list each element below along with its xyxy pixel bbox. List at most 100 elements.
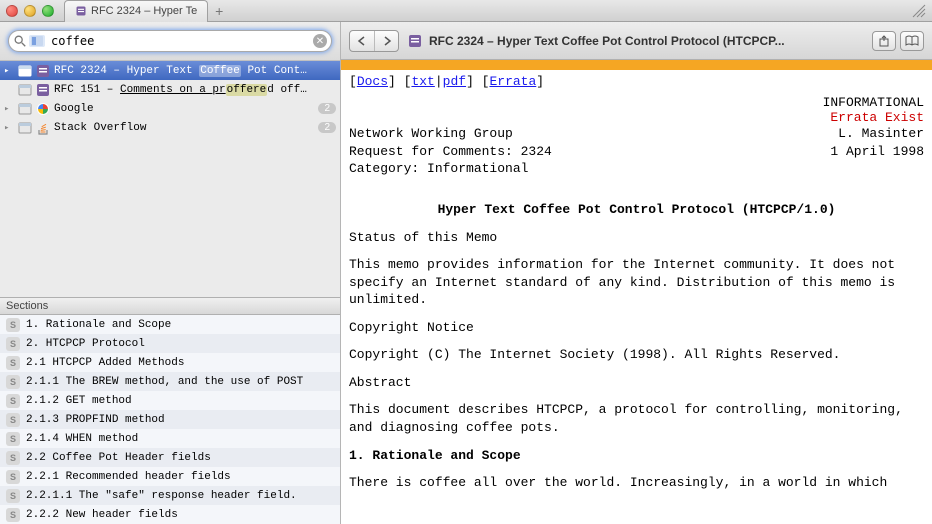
page-title: RFC 2324 – Hyper Text Coffee Pot Control… bbox=[429, 34, 785, 48]
search-icon bbox=[13, 34, 27, 48]
section-icon: S bbox=[6, 432, 20, 446]
section-item[interactable]: S 2.1.2 GET method bbox=[0, 391, 340, 410]
result-row[interactable]: ▸ Google 2 bbox=[0, 99, 340, 118]
tab-title: RFC 2324 – Hyper Te bbox=[91, 5, 197, 17]
titlebar: RFC 2324 – Hyper Te + bbox=[0, 0, 932, 22]
doc-header-block: Network Working GroupL. MasinterRequest … bbox=[349, 125, 924, 178]
section-icon: S bbox=[6, 508, 20, 522]
page-title-bar: RFC 2324 – Hyper Text Coffee Pot Control… bbox=[407, 33, 864, 49]
result-title: RFC 2324 – Hyper Text Coffee Pot Cont… bbox=[54, 65, 307, 77]
section-label: 1. Rationale and Scope bbox=[26, 319, 171, 331]
abstract-heading: Abstract bbox=[349, 374, 924, 392]
back-button[interactable] bbox=[350, 31, 374, 51]
section-item[interactable]: S 2.2.2 New header fields bbox=[0, 505, 340, 524]
section-item[interactable]: S 2.2.1.1 The "safe" response header fiel… bbox=[0, 486, 340, 505]
result-row[interactable]: ▸ RFC 151 – Comments on a proffered off… bbox=[0, 80, 340, 99]
section-label: 2.1.1 The BREW method, and the use of PO… bbox=[26, 376, 303, 388]
google-favicon bbox=[36, 102, 50, 116]
section-label: 2.1.3 PROPFIND method bbox=[26, 414, 165, 426]
section-item[interactable]: S 2.2.1 Recommended header fields bbox=[0, 467, 340, 486]
section-icon: S bbox=[6, 489, 20, 503]
section-1-heading: 1. Rationale and Scope bbox=[349, 447, 924, 465]
section-item[interactable]: S 2.1 HTCPCP Added Methods bbox=[0, 353, 340, 372]
browser-tab[interactable]: RFC 2324 – Hyper Te bbox=[64, 0, 208, 22]
search-mode-icon[interactable] bbox=[29, 35, 45, 47]
tab-bar: RFC 2324 – Hyper Te + bbox=[64, 0, 912, 22]
minimize-window-button[interactable] bbox=[24, 5, 36, 17]
nav-segment bbox=[349, 30, 399, 52]
disclosure-icon: ▸ bbox=[4, 66, 14, 76]
stackoverflow-favicon bbox=[36, 121, 50, 135]
section-item[interactable]: S 2.2 Coffee Pot Header fields bbox=[0, 448, 340, 467]
section-icon: S bbox=[6, 394, 20, 408]
section-item[interactable]: S2.1.1 The BREW method, and the use of P… bbox=[0, 372, 340, 391]
search-bar-container: ✕ bbox=[0, 22, 340, 61]
window-icon bbox=[18, 83, 32, 97]
result-title: Stack Overflow bbox=[54, 122, 146, 134]
section-item[interactable]: S 1. Rationale and Scope bbox=[0, 315, 340, 334]
result-favicon bbox=[36, 83, 50, 97]
zoom-window-button[interactable] bbox=[42, 5, 54, 17]
section-icon: S bbox=[6, 451, 20, 465]
tab-favicon bbox=[75, 5, 87, 17]
page-favicon bbox=[407, 33, 423, 49]
close-window-button[interactable] bbox=[6, 5, 18, 17]
disclosure-icon[interactable]: ▸ bbox=[4, 104, 14, 114]
search-results: ▸ RFC 2324 – Hyper Text Coffee Pot Cont…… bbox=[0, 61, 340, 137]
txt-link[interactable]: txt bbox=[411, 74, 434, 89]
sidebar: ✕ ▸ RFC 2324 – Hyper Text Coffee Pot Con… bbox=[0, 22, 341, 524]
window-icon bbox=[18, 64, 32, 78]
result-count-badge: 2 bbox=[318, 103, 336, 114]
section-icon: S bbox=[6, 413, 20, 427]
section-label: 2.2.1.1 The "safe" response header field… bbox=[26, 490, 297, 502]
content-pane: RFC 2324 – Hyper Text Coffee Pot Control… bbox=[341, 22, 932, 524]
result-row[interactable]: ▸ Stack Overflow 2 bbox=[0, 118, 340, 137]
orange-bar bbox=[341, 60, 932, 70]
section-label: 2.1 HTCPCP Added Methods bbox=[26, 357, 184, 369]
window-icon bbox=[18, 102, 32, 116]
section-1-paragraph: There is coffee all over the world. Incr… bbox=[349, 474, 924, 492]
new-tab-button[interactable]: + bbox=[208, 0, 230, 22]
docs-link[interactable]: Docs bbox=[357, 74, 388, 89]
sections-header: Sections bbox=[0, 297, 340, 315]
status-paragraph: This memo provides information for the I… bbox=[349, 256, 924, 309]
content-toolbar: RFC 2324 – Hyper Text Coffee Pot Control… bbox=[341, 22, 932, 60]
doc-link-row: [Docs] [txt|pdf] [Errata] bbox=[349, 74, 924, 89]
copyright-paragraph: Copyright (C) The Internet Society (1998… bbox=[349, 346, 924, 364]
section-icon: S bbox=[6, 470, 20, 484]
doc-status-word: INFORMATIONAL bbox=[349, 95, 924, 110]
errata-link[interactable]: Errata bbox=[489, 74, 536, 89]
section-icon: S bbox=[6, 337, 20, 351]
pdf-link[interactable]: pdf bbox=[443, 74, 466, 89]
sections-list: S 1. Rationale and Scope S 2. HTCPCP Proto… bbox=[0, 315, 340, 524]
search-input[interactable] bbox=[47, 34, 313, 48]
section-label: 2. HTCPCP Protocol bbox=[26, 338, 145, 350]
result-title: RFC 151 – Comments on a proffered off… bbox=[54, 84, 307, 96]
section-label: 2.1.4 WHEN method bbox=[26, 433, 138, 445]
search-field-wrap[interactable]: ✕ bbox=[8, 30, 332, 52]
copyright-heading: Copyright Notice bbox=[349, 319, 924, 337]
status-heading: Status of this Memo bbox=[349, 229, 924, 247]
forward-button[interactable] bbox=[374, 31, 398, 51]
result-title: Google bbox=[54, 103, 94, 115]
reader-button[interactable] bbox=[900, 31, 924, 51]
section-label: 2.2.2 New header fields bbox=[26, 509, 178, 521]
section-label: 2.2.1 Recommended header fields bbox=[26, 471, 231, 483]
section-icon: S bbox=[6, 318, 20, 332]
section-item[interactable]: S 2.1.4 WHEN method bbox=[0, 429, 340, 448]
clear-search-button[interactable]: ✕ bbox=[313, 34, 327, 48]
section-item[interactable]: S 2.1.3 PROPFIND method bbox=[0, 410, 340, 429]
section-icon: S bbox=[6, 356, 20, 370]
share-button[interactable] bbox=[872, 31, 896, 51]
section-label: 2.1.2 GET method bbox=[26, 395, 132, 407]
window-resize-icon bbox=[912, 4, 926, 18]
disclosure-icon[interactable]: ▸ bbox=[4, 123, 14, 133]
window-icon bbox=[18, 121, 32, 135]
abstract-paragraph: This document describes HTCPCP, a protoc… bbox=[349, 401, 924, 436]
section-label: 2.2 Coffee Pot Header fields bbox=[26, 452, 211, 464]
result-count-badge: 2 bbox=[318, 122, 336, 133]
document-view[interactable]: [Docs] [txt|pdf] [Errata] INFORMATIONAL … bbox=[341, 60, 932, 524]
section-item[interactable]: S 2. HTCPCP Protocol bbox=[0, 334, 340, 353]
result-row[interactable]: ▸ RFC 2324 – Hyper Text Coffee Pot Cont… bbox=[0, 61, 340, 80]
doc-title: Hyper Text Coffee Pot Control Protocol (… bbox=[349, 202, 924, 217]
